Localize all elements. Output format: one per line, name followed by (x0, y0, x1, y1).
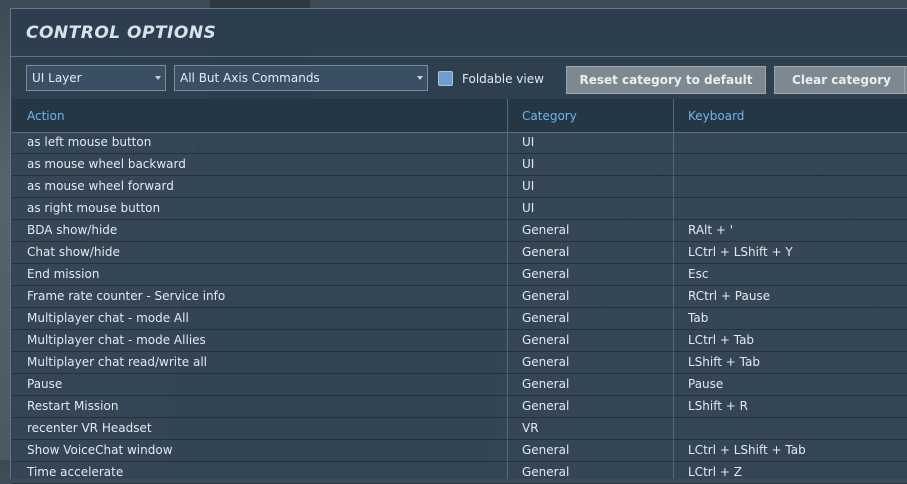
category-cell: UI (522, 157, 535, 171)
action-cell: recenter VR Headset (27, 421, 152, 435)
category-cell: General (522, 245, 570, 259)
table-row[interactable]: Multiplayer chat - mode All General Tab (12, 308, 907, 330)
layer-select[interactable]: UI Layer (26, 65, 166, 91)
category-cell: General (522, 333, 570, 347)
keyboard-cell[interactable]: LShift + Tab (688, 355, 760, 369)
table-row[interactable]: as left mouse button UI (12, 132, 907, 154)
column-header-keyboard[interactable]: Keyboard (688, 109, 744, 123)
category-cell: General (522, 223, 570, 237)
action-cell: as mouse wheel forward (27, 179, 174, 193)
foldable-view-label[interactable]: Foldable view (462, 72, 544, 86)
category-cell: UI (522, 135, 535, 149)
layer-select-value: UI Layer (32, 71, 82, 85)
keyboard-cell[interactable]: Esc (688, 267, 708, 281)
keyboard-cell[interactable]: RCtrl + Pause (688, 289, 770, 303)
action-cell: as mouse wheel backward (27, 157, 186, 171)
keyboard-cell[interactable]: Pause (688, 377, 723, 391)
action-cell: as left mouse button (27, 135, 152, 149)
keyboard-cell[interactable]: LShift + R (688, 399, 748, 413)
action-cell: Show VoiceChat window (27, 443, 173, 457)
bindings-table: Action Category Keyboard as left mouse b… (12, 99, 907, 484)
category-cell: General (522, 443, 570, 457)
reset-category-button[interactable]: Reset category to default (566, 66, 766, 94)
category-cell: VR (522, 421, 539, 435)
category-cell: General (522, 465, 570, 479)
action-cell: Multiplayer chat - mode All (27, 311, 189, 325)
action-cell: Multiplayer chat - mode Allies (27, 333, 206, 347)
chevron-down-icon (417, 76, 423, 80)
table-row[interactable]: Frame rate counter - Service info Genera… (12, 286, 907, 308)
action-cell: Multiplayer chat read/write all (27, 355, 208, 369)
control-options-dialog: CONTROL OPTIONS UI Layer All But Axis Co… (10, 8, 907, 484)
keyboard-cell[interactable]: LCtrl + Tab (688, 333, 754, 347)
table-row[interactable]: Show VoiceChat window General LCtrl + LS… (12, 440, 907, 462)
table-row[interactable]: Time accelerate General LCtrl + Z (12, 462, 907, 484)
column-header-category[interactable]: Category (522, 109, 577, 123)
table-header: Action Category Keyboard (12, 99, 907, 133)
table-row[interactable]: as mouse wheel forward UI (12, 176, 907, 198)
dialog-title: CONTROL OPTIONS (26, 23, 217, 43)
command-filter-select[interactable]: All But Axis Commands (174, 65, 428, 91)
foldable-view-checkbox[interactable] (438, 71, 453, 86)
table-row[interactable]: as mouse wheel backward UI (12, 154, 907, 176)
action-cell: End mission (27, 267, 100, 281)
table-row[interactable]: Pause General Pause (12, 374, 907, 396)
action-cell: BDA show/hide (27, 223, 118, 237)
table-row[interactable]: End mission General Esc (12, 264, 907, 286)
table-row[interactable]: Multiplayer chat - mode Allies General L… (12, 330, 907, 352)
keyboard-cell[interactable]: LCtrl + LShift + Y (688, 245, 793, 259)
chevron-down-icon (155, 76, 161, 80)
category-cell: General (522, 377, 570, 391)
table-row[interactable]: Chat show/hide General LCtrl + LShift + … (12, 242, 907, 264)
table-row[interactable]: Multiplayer chat read/write all General … (12, 352, 907, 374)
command-filter-value: All But Axis Commands (180, 71, 320, 85)
table-row[interactable]: BDA show/hide General RAlt + ' (12, 220, 907, 242)
action-cell: Frame rate counter - Service info (27, 289, 226, 303)
category-cell: General (522, 311, 570, 325)
category-cell: General (522, 355, 570, 369)
table-row[interactable]: as right mouse button UI (12, 198, 907, 220)
action-cell: as right mouse button (27, 201, 161, 215)
category-cell: General (522, 267, 570, 281)
category-cell: General (522, 289, 570, 303)
action-cell: Time accelerate (27, 465, 124, 479)
clear-category-button[interactable]: Clear category (774, 66, 907, 94)
table-row[interactable]: Restart Mission General LShift + R (12, 396, 907, 418)
keyboard-cell[interactable]: Tab (688, 311, 708, 325)
category-cell: General (522, 399, 570, 413)
action-cell: Pause (27, 377, 63, 391)
action-cell: Restart Mission (27, 399, 119, 413)
keyboard-cell[interactable]: LCtrl + LShift + Tab (688, 443, 806, 457)
keyboard-cell[interactable]: RAlt + ' (688, 223, 733, 237)
category-cell: UI (522, 179, 535, 193)
title-divider (11, 56, 907, 57)
action-cell: Chat show/hide (27, 245, 120, 259)
column-header-action[interactable]: Action (27, 109, 65, 123)
category-cell: UI (522, 201, 535, 215)
keyboard-cell[interactable]: LCtrl + Z (688, 465, 742, 479)
table-body: as left mouse button UI as mouse wheel b… (12, 132, 907, 484)
table-row[interactable]: recenter VR Headset VR (12, 418, 907, 440)
